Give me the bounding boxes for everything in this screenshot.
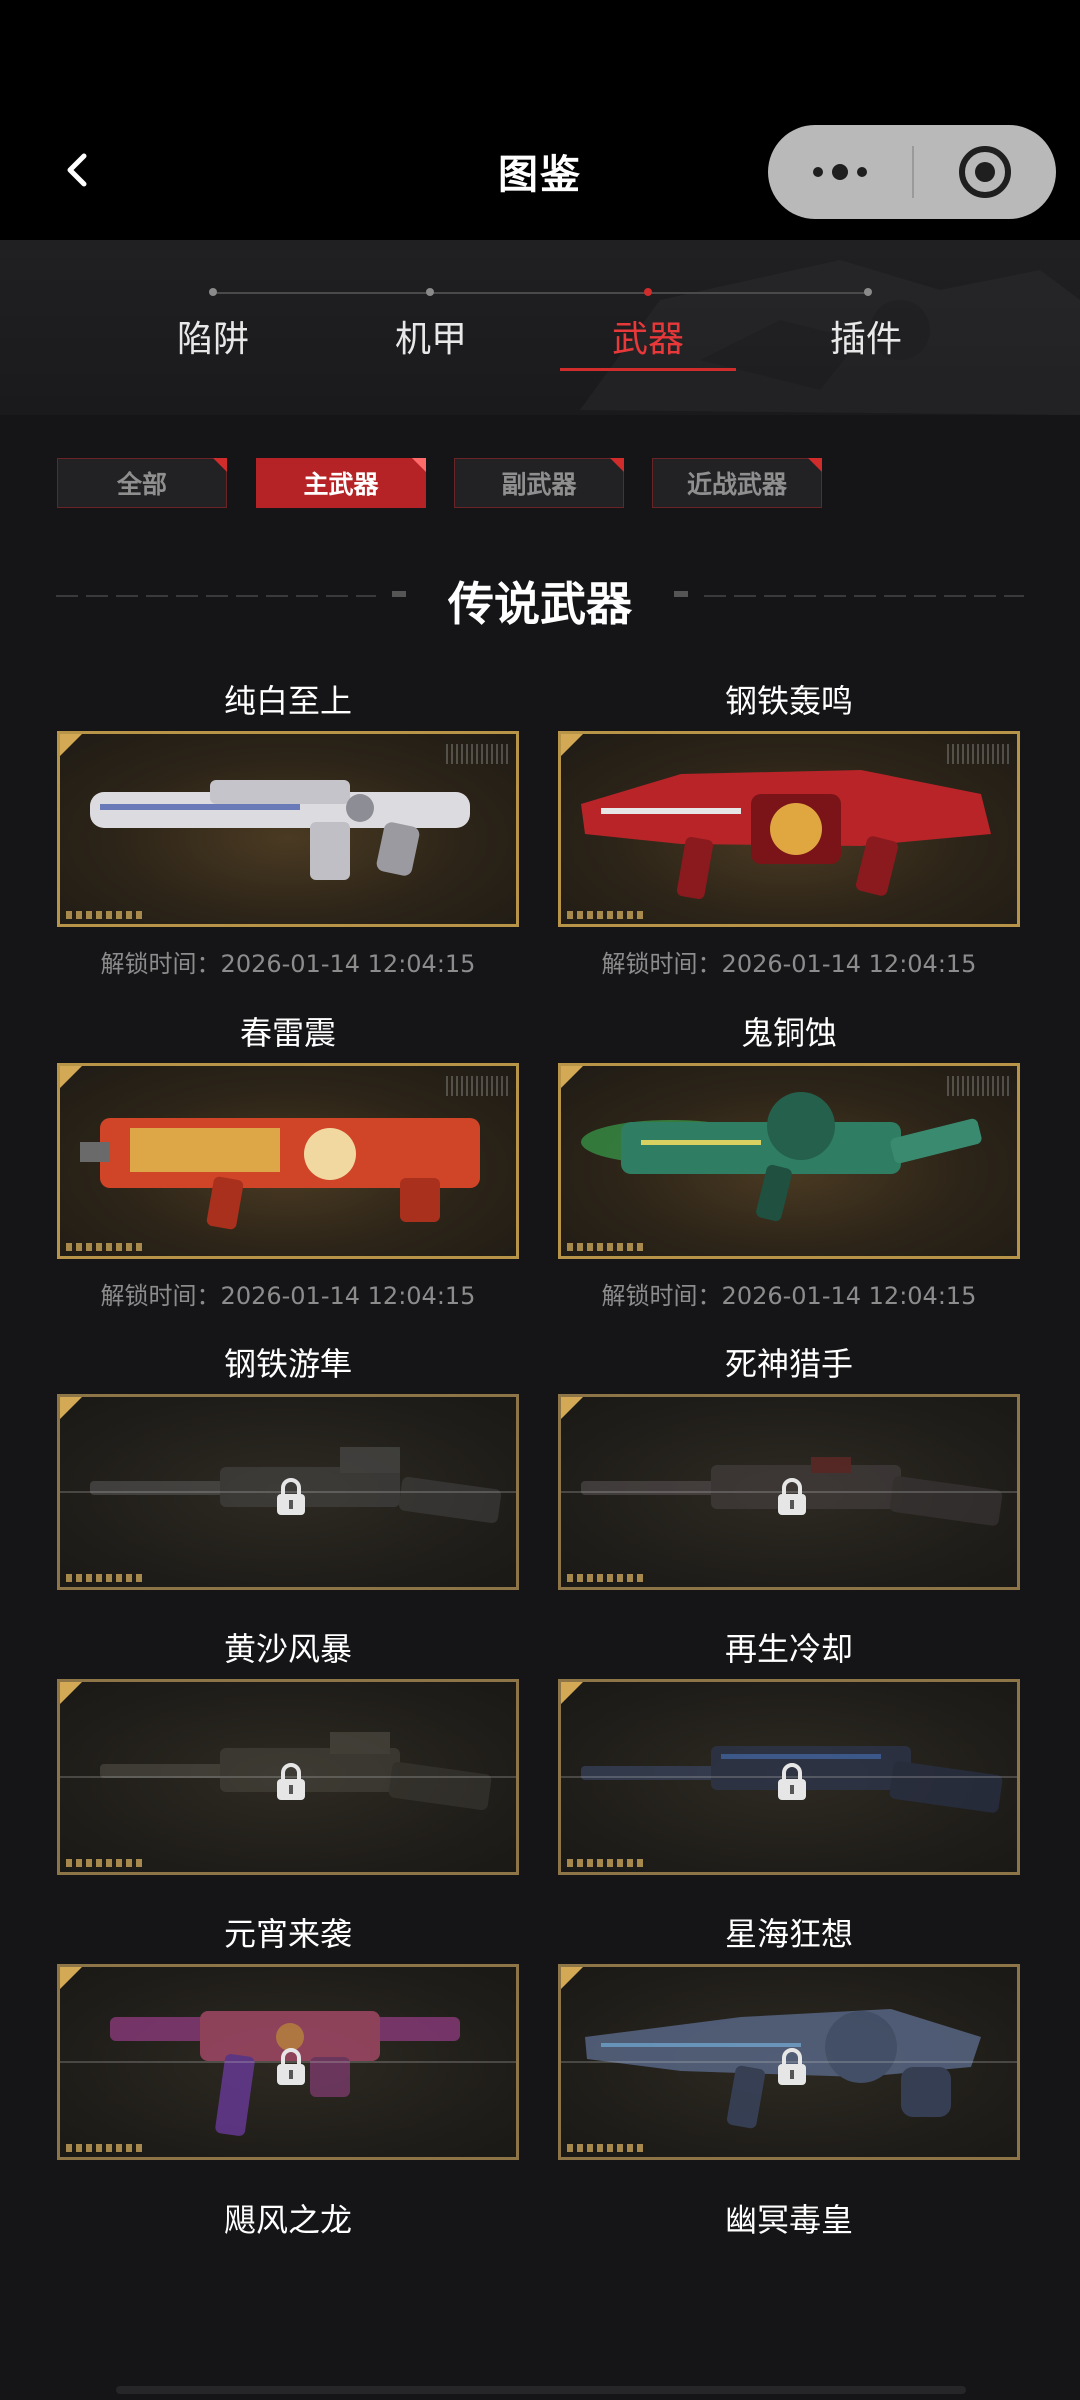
weapon-name: 钢铁游隼 [223, 1345, 352, 1383]
weapon-image [581, 770, 991, 900]
weapon-name: 元宵来袭 [223, 1915, 352, 1953]
tab-weapons[interactable]: 武器 [548, 310, 748, 362]
tab-plugins[interactable]: 插件 [766, 310, 966, 362]
section-title: 传说武器 [448, 577, 632, 631]
weapon-card-huangsha-fengbao[interactable] [57, 1679, 519, 1875]
weapon-card-zaisheng-lengque[interactable] [558, 1679, 1020, 1875]
unlock-time: 解锁时间：2026-01-14 12:04:15 [601, 950, 977, 978]
weapon-name: 春雷震 [239, 1014, 336, 1052]
weapon-name: 纯白至上 [223, 682, 352, 720]
weapon-card-gangtie-hongming[interactable] [558, 731, 1020, 927]
unlock-time: 解锁时间：2026-01-14 12:04:15 [100, 950, 476, 978]
weapon-image [581, 1092, 982, 1222]
weapon-name: 鬼铜蚀 [740, 1014, 837, 1052]
unlock-time: 解锁时间：2026-01-14 12:04:15 [100, 1282, 476, 1310]
weapon-image [80, 1118, 480, 1230]
weapon-name: 死神猎手 [724, 1345, 853, 1383]
mini-program-capsule [768, 125, 1056, 219]
lock-icon [778, 1478, 806, 1515]
weapon-card-xinghai-kuangxiang[interactable] [558, 1964, 1020, 2160]
bottom-scroll-indicator [116, 2386, 966, 2394]
weapon-name: 黄沙风暴 [223, 1630, 352, 1668]
weapon-card-gangtie-yousun[interactable] [57, 1394, 519, 1590]
target-close-icon [959, 146, 1011, 198]
lock-icon [277, 2048, 305, 2085]
weapon-name: 钢铁轰鸣 [724, 682, 853, 720]
tab-rail-dot [426, 288, 434, 296]
weapon-card-chunleizhen[interactable] [57, 1063, 519, 1259]
lock-icon [778, 1763, 806, 1800]
weapon-card-sishen-lieshou[interactable] [558, 1394, 1020, 1590]
tab-rail-dot [209, 288, 217, 296]
weapon-image [90, 780, 470, 880]
section-header: 传说武器 [56, 560, 1024, 631]
tab-rail-dot [864, 288, 872, 296]
tab-traps[interactable]: 陷阱 [113, 310, 313, 362]
tab-rail-dot-active [644, 288, 652, 296]
weapon-name: 飓风之龙 [223, 2201, 352, 2239]
weapon-name: 星海狂想 [724, 1915, 853, 1953]
weapon-card-guitongshi[interactable] [558, 1063, 1020, 1259]
tab-rail [212, 292, 868, 294]
weapon-name: 再生冷却 [724, 1630, 853, 1668]
lock-icon [277, 1763, 305, 1800]
lock-icon [778, 2048, 806, 2085]
filter-melee[interactable]: 近战武器 [652, 458, 822, 508]
active-tab-underline [560, 368, 736, 371]
weapon-card-yuanxiao-laixi[interactable] [57, 1964, 519, 2160]
weapon-name: 幽冥毒皇 [724, 2201, 853, 2239]
unlock-time: 解锁时间：2026-01-14 12:04:15 [601, 1282, 977, 1310]
filter-all[interactable]: 全部 [57, 458, 227, 508]
close-button[interactable] [914, 125, 1056, 219]
lock-icon [277, 1478, 305, 1515]
filter-primary[interactable]: 主武器 [256, 458, 426, 508]
filter-secondary[interactable]: 副武器 [454, 458, 624, 508]
tab-mechs[interactable]: 机甲 [331, 310, 531, 362]
more-button[interactable] [768, 125, 912, 219]
weapon-card-chunbai[interactable] [57, 731, 519, 927]
more-dots-icon [813, 164, 867, 180]
